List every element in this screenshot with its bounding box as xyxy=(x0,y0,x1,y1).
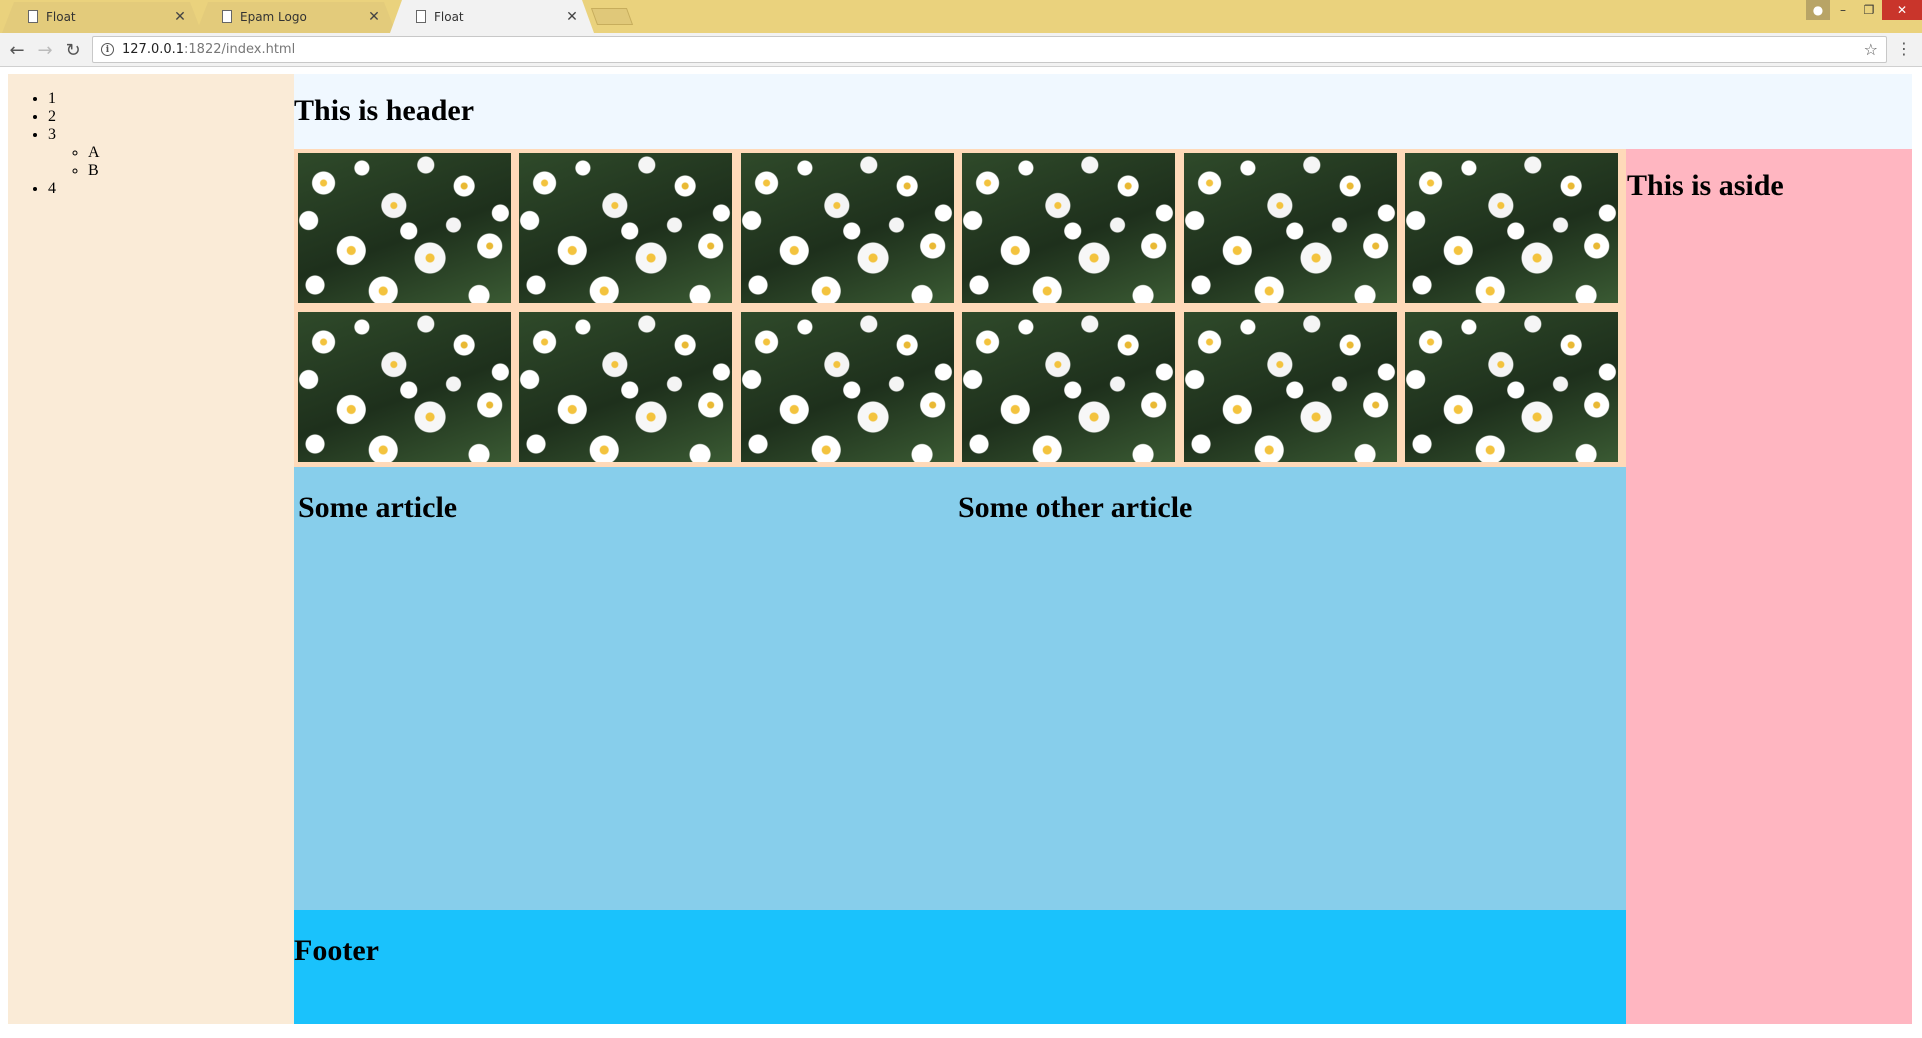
list-item: B xyxy=(88,162,294,180)
nav-sidebar: 1 2 3 A B 4 xyxy=(8,74,294,1024)
tab-title: Float xyxy=(434,9,464,24)
close-window-button[interactable]: ✕ xyxy=(1882,0,1922,20)
url-text: 127.0.0.1:1822/index.html xyxy=(122,42,295,57)
menu-dots-icon[interactable]: ⋮ xyxy=(1896,41,1912,57)
back-arrow-icon[interactable]: ← xyxy=(6,39,28,61)
list-item: 2 xyxy=(48,108,294,126)
minimize-button[interactable]: – xyxy=(1830,0,1856,20)
daisy-image xyxy=(1184,153,1397,303)
daisy-image xyxy=(1405,153,1618,303)
list-item: A xyxy=(88,144,294,162)
close-tab-icon[interactable]: ✕ xyxy=(172,9,188,25)
star-icon[interactable]: ☆ xyxy=(1864,40,1878,59)
url-host: 127.0.0.1 xyxy=(122,42,185,57)
daisy-image xyxy=(519,153,732,303)
aside-title: This is aside xyxy=(1627,169,1784,202)
nav-list: 1 2 3 A B 4 xyxy=(8,90,294,198)
user-profile-icon[interactable]: ● xyxy=(1806,0,1830,20)
nested-list: A B xyxy=(48,144,294,180)
article-title: Some article xyxy=(298,491,458,524)
page-footer: Footer xyxy=(294,910,1626,1024)
tab-title: Float xyxy=(46,9,76,24)
close-tab-icon[interactable]: ✕ xyxy=(564,9,580,25)
list-item-label: 3 xyxy=(48,126,56,143)
articles-section: Some article Some other article xyxy=(294,467,1626,910)
document-icon xyxy=(416,10,426,23)
tab-float-active[interactable]: Float ✕ xyxy=(390,0,594,33)
daisy-image xyxy=(962,153,1175,303)
daisy-image xyxy=(1405,312,1618,462)
list-item: 1 xyxy=(48,90,294,108)
daisy-image xyxy=(298,312,511,462)
page-viewport: 1 2 3 A B 4 This is header Some article xyxy=(0,68,1922,1038)
restore-button[interactable]: ❐ xyxy=(1856,0,1882,20)
tab-float-1[interactable]: Float ✕ xyxy=(2,0,202,33)
header-title: This is header xyxy=(294,94,475,127)
daisy-image xyxy=(741,153,954,303)
image-gallery xyxy=(294,149,1626,467)
list-item: 4 xyxy=(48,180,294,198)
new-tab-button[interactable] xyxy=(590,8,634,25)
info-icon[interactable]: i xyxy=(101,43,114,56)
forward-arrow-icon[interactable]: → xyxy=(34,39,56,61)
other-article-title: Some other article xyxy=(958,491,1193,524)
daisy-image xyxy=(1184,312,1397,462)
tab-title: Epam Logo xyxy=(240,9,307,24)
reload-icon[interactable]: ↻ xyxy=(62,39,84,61)
scroll-edge xyxy=(1912,68,1922,1038)
close-tab-icon[interactable]: ✕ xyxy=(366,9,382,25)
address-bar[interactable]: i 127.0.0.1:1822/index.html ☆ xyxy=(92,36,1887,63)
page-header: This is header xyxy=(294,74,1912,149)
daisy-image xyxy=(962,312,1175,462)
document-icon xyxy=(222,10,232,23)
daisy-image xyxy=(741,312,954,462)
browser-toolbar: ← → ↻ i 127.0.0.1:1822/index.html ☆ ⋮ xyxy=(0,33,1922,67)
document-icon xyxy=(28,10,38,23)
daisy-image xyxy=(519,312,732,462)
daisy-image xyxy=(298,153,511,303)
tab-epam-logo[interactable]: Epam Logo ✕ xyxy=(196,0,396,33)
url-path: :1822/index.html xyxy=(184,42,296,57)
aside-panel: This is aside xyxy=(1626,149,1912,1024)
tab-strip: Float ✕ Epam Logo ✕ Float ✕ ● – ❐ ✕ xyxy=(0,0,1922,33)
footer-title: Footer xyxy=(294,934,379,967)
window-controls: ● – ❐ ✕ xyxy=(1806,0,1922,20)
list-item: 3 A B xyxy=(48,126,294,180)
